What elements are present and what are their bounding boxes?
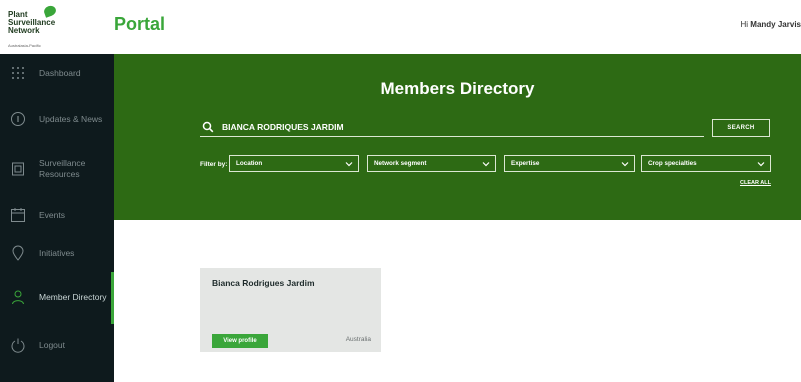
sidebar-item-label: Surveillance Resources [39,158,86,179]
document-icon [9,160,27,178]
sidebar-item-member-directory[interactable]: Member Directory [0,282,114,312]
user-greeting[interactable]: Hi Mandy Jarvis [741,20,801,29]
sidebar-item-events[interactable]: Events [0,204,114,226]
search-icon [202,120,216,134]
grid-dots-icon [9,64,27,82]
member-name: Bianca Rodrigues Jardim [212,278,315,288]
dropdown-label: Expertise [511,160,540,167]
location-dropdown[interactable]: Location [229,155,359,172]
search-input[interactable] [222,121,702,132]
chevron-down-icon [621,161,629,166]
active-indicator [111,272,114,324]
chevron-down-icon [482,161,490,166]
dropdown-label: Network segment [374,160,427,167]
logo-subtitle: Australasia-Pacific [8,43,41,48]
network-segment-dropdown[interactable]: Network segment [367,155,496,172]
user-name: Mandy Jarvis [750,20,801,29]
logo-line-3: Network [8,26,40,35]
location-pin-icon [9,244,27,262]
power-icon [9,336,27,354]
sidebar-item-label: Initiatives [39,247,75,258]
sidebar-item-initiatives[interactable]: Initiatives [0,242,114,264]
sidebar-item-label: Dashboard [39,67,81,78]
sidebar-item-updates-news[interactable]: Updates & News [0,106,114,132]
info-circle-icon [9,110,27,128]
clear-all-link[interactable]: CLEAR ALL [740,180,771,186]
sidebar-item-label: Member Directory [39,291,107,302]
directory-banner: Members Directory SEARCH Filter by: Loca… [114,54,801,220]
page-title: Members Directory [380,79,535,98]
expertise-dropdown[interactable]: Expertise [504,155,635,172]
filter-label: Filter by: [200,161,228,168]
sidebar-item-label: Updates & News [39,113,103,124]
greeting-prefix: Hi [740,20,751,29]
search-bar [200,117,704,137]
member-card: Bianca Rodrigues Jardim View profile Aus… [200,268,381,352]
calendar-icon [9,206,27,224]
dropdown-label: Location [236,160,263,167]
sidebar: Dashboard Updates & News Surveillance Re… [0,54,114,382]
logo[interactable]: Plant Surveillance Network Australasia-P… [8,4,98,48]
sidebar-item-label: Logout [39,339,65,350]
search-button[interactable]: SEARCH [712,119,770,137]
top-header: Plant Surveillance Network Australasia-P… [0,0,801,54]
portal-title: Portal [114,14,166,34]
person-icon [9,288,27,306]
sidebar-item-surveillance-resources[interactable]: Surveillance Resources [0,156,114,182]
chevron-down-icon [345,161,353,166]
dropdown-label: Crop specialties [648,160,697,167]
view-profile-button[interactable]: View profile [212,334,268,348]
sidebar-item-dashboard[interactable]: Dashboard [0,62,114,84]
chevron-down-icon [757,161,765,166]
crop-specialties-dropdown[interactable]: Crop specialties [641,155,771,172]
sidebar-item-label: Events [39,209,65,220]
sidebar-item-logout[interactable]: Logout [0,334,114,356]
member-location: Australia [345,336,371,343]
